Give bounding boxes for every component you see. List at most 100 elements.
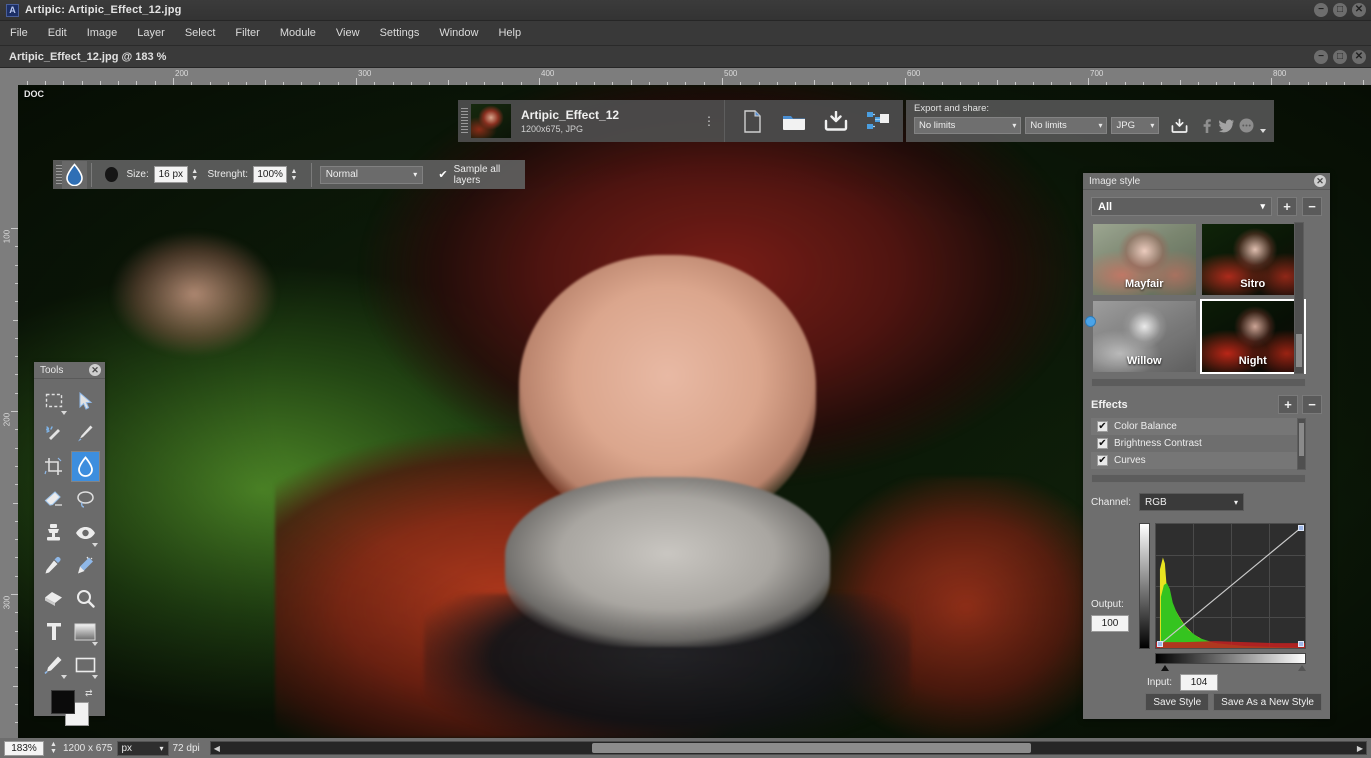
effect-checkbox[interactable]: ✔: [1097, 438, 1108, 449]
text-tool[interactable]: [39, 616, 69, 647]
scroll-right-arrow-icon[interactable]: ▶: [1354, 744, 1366, 753]
effects-horizontal-scrollbar[interactable]: [1091, 474, 1306, 483]
minimize-icon[interactable]: −: [1314, 3, 1328, 17]
export-width-limit-select[interactable]: No limits ▾: [914, 117, 1022, 134]
menu-filter[interactable]: Filter: [225, 24, 269, 42]
scrollbar-thumb[interactable]: [591, 743, 1031, 753]
effects-list-scrollbar[interactable]: [1297, 418, 1306, 470]
export-save-icon[interactable]: [1171, 117, 1188, 134]
effect-row-color-balance[interactable]: ✔ Color Balance: [1091, 418, 1306, 435]
pen-submenu-caret-icon[interactable]: [60, 675, 67, 679]
menu-module[interactable]: Module: [270, 24, 326, 42]
foreground-color-swatch[interactable]: [50, 690, 75, 714]
add-style-button[interactable]: +: [1277, 197, 1297, 216]
style-thumb-willow[interactable]: Willow: [1091, 299, 1198, 374]
document-close-icon[interactable]: ✕: [1352, 50, 1366, 64]
sample-all-layers-checkbox[interactable]: ✔: [437, 168, 448, 181]
brush-tool[interactable]: [71, 418, 101, 449]
effect-row-brightness-contrast[interactable]: ✔ Brightness Contrast: [1091, 435, 1306, 452]
effect-row-curves[interactable]: ✔ Curves: [1091, 452, 1306, 469]
rectangle-tool[interactable]: [71, 649, 101, 680]
document-minimize-icon[interactable]: −: [1314, 50, 1328, 64]
crop-tool[interactable]: [39, 451, 69, 482]
blur-tool[interactable]: [70, 451, 100, 482]
channel-select[interactable]: RGB ▾: [1139, 493, 1245, 511]
file-thumbnail[interactable]: [471, 104, 511, 138]
marquee-submenu-caret-icon[interactable]: [60, 411, 67, 415]
export-format-select[interactable]: JPG ▾: [1111, 117, 1160, 134]
red-eye-submenu-caret-icon[interactable]: [92, 543, 98, 547]
rectangle-submenu-caret-icon[interactable]: [92, 675, 98, 679]
more-options-icon[interactable]: [1239, 117, 1254, 134]
gradient-submenu-caret-icon[interactable]: [92, 642, 98, 646]
image-style-panel-header[interactable]: Image style ✕: [1083, 173, 1330, 190]
twitter-icon[interactable]: [1218, 117, 1235, 134]
effect-checkbox[interactable]: ✔: [1097, 455, 1108, 466]
menu-settings[interactable]: Settings: [370, 24, 430, 42]
magic-wand-tool[interactable]: [39, 418, 69, 449]
eyedropper-tool[interactable]: [39, 550, 69, 581]
curve-control-point-white[interactable]: [1298, 525, 1304, 531]
eraser-tool[interactable]: [39, 484, 69, 515]
new-document-icon[interactable]: [739, 108, 765, 134]
style-thumb-night[interactable]: Night: [1199, 299, 1306, 374]
save-as-new-style-button[interactable]: Save As a New Style: [1213, 693, 1322, 711]
image-style-panel-close-icon[interactable]: ✕: [1314, 175, 1326, 187]
input-white-marker-icon[interactable]: [1298, 665, 1306, 671]
marquee-select-tool[interactable]: [39, 385, 69, 416]
modules-icon[interactable]: [865, 108, 891, 134]
pen-tool[interactable]: [39, 649, 69, 680]
maximize-icon[interactable]: □: [1333, 3, 1347, 17]
unit-select[interactable]: px ▾: [116, 740, 169, 756]
save-image-icon[interactable]: [823, 108, 849, 134]
tools-panel-close-icon[interactable]: ✕: [89, 364, 101, 376]
document-maximize-icon[interactable]: □: [1333, 50, 1347, 64]
scroll-left-arrow-icon[interactable]: ◀: [211, 744, 223, 753]
move-tool[interactable]: [71, 385, 101, 416]
brush-size-stepper[interactable]: ▲ ▼: [190, 166, 200, 183]
canvas-horizontal-scrollbar[interactable]: ◀ ▶: [209, 741, 1367, 755]
blend-mode-select[interactable]: Normal ▾: [319, 165, 424, 184]
tools-panel-header[interactable]: Tools ✕: [34, 362, 105, 379]
menu-edit[interactable]: Edit: [38, 24, 77, 42]
brush-size-input[interactable]: 16 px: [153, 166, 188, 183]
lasso-tool[interactable]: [71, 484, 101, 515]
style-grid-vertical-scrollbar[interactable]: [1294, 222, 1304, 374]
style-thumb-sitro[interactable]: Sitro: [1200, 222, 1307, 297]
zoom-tool[interactable]: [71, 583, 101, 614]
input-black-marker-icon[interactable]: [1161, 665, 1169, 671]
remove-effect-button[interactable]: −: [1302, 395, 1322, 414]
menu-select[interactable]: Select: [175, 24, 226, 42]
curve-control-point-black[interactable]: [1157, 641, 1163, 647]
curve-control-point-extra[interactable]: [1298, 641, 1304, 647]
output-input[interactable]: 100: [1091, 615, 1129, 632]
vertical-ruler[interactable]: 100200300400500: [0, 85, 18, 738]
close-icon[interactable]: ✕: [1352, 3, 1366, 17]
menu-image[interactable]: Image: [77, 24, 128, 42]
brush-strength-stepper[interactable]: ▲ ▼: [289, 166, 299, 183]
add-effect-button[interactable]: +: [1278, 395, 1298, 414]
style-filter-select[interactable]: All ▾: [1091, 197, 1272, 216]
facebook-icon[interactable]: [1198, 117, 1213, 134]
gradient-tool[interactable]: [71, 616, 101, 647]
paint-bucket-tool[interactable]: [39, 583, 69, 614]
style-grid-horizontal-scrollbar[interactable]: [1091, 378, 1306, 387]
menu-layer[interactable]: Layer: [127, 24, 175, 42]
brush-preview-icon[interactable]: [105, 167, 119, 182]
clone-stamp-tool[interactable]: [39, 517, 69, 548]
menu-window[interactable]: Window: [429, 24, 488, 42]
document-tab-title[interactable]: Artipic_Effect_12.jpg @ 183 %: [9, 51, 166, 63]
open-folder-icon[interactable]: [781, 108, 807, 134]
input-input[interactable]: 104: [1180, 674, 1219, 691]
style-thumb-mayfair[interactable]: Mayfair: [1091, 222, 1198, 297]
remove-style-button[interactable]: −: [1302, 197, 1322, 216]
brush-strength-input[interactable]: 100%: [253, 166, 288, 183]
menu-view[interactable]: View: [326, 24, 370, 42]
healing-tool[interactable]: [71, 550, 101, 581]
menu-file[interactable]: File: [0, 24, 38, 42]
menu-help[interactable]: Help: [488, 24, 531, 42]
share-expand-caret-icon[interactable]: [1260, 129, 1266, 133]
drag-grip-handle[interactable]: [461, 108, 468, 134]
swap-colors-icon[interactable]: ⇄: [85, 688, 93, 699]
file-menu-icon[interactable]: ⋮: [703, 114, 716, 128]
